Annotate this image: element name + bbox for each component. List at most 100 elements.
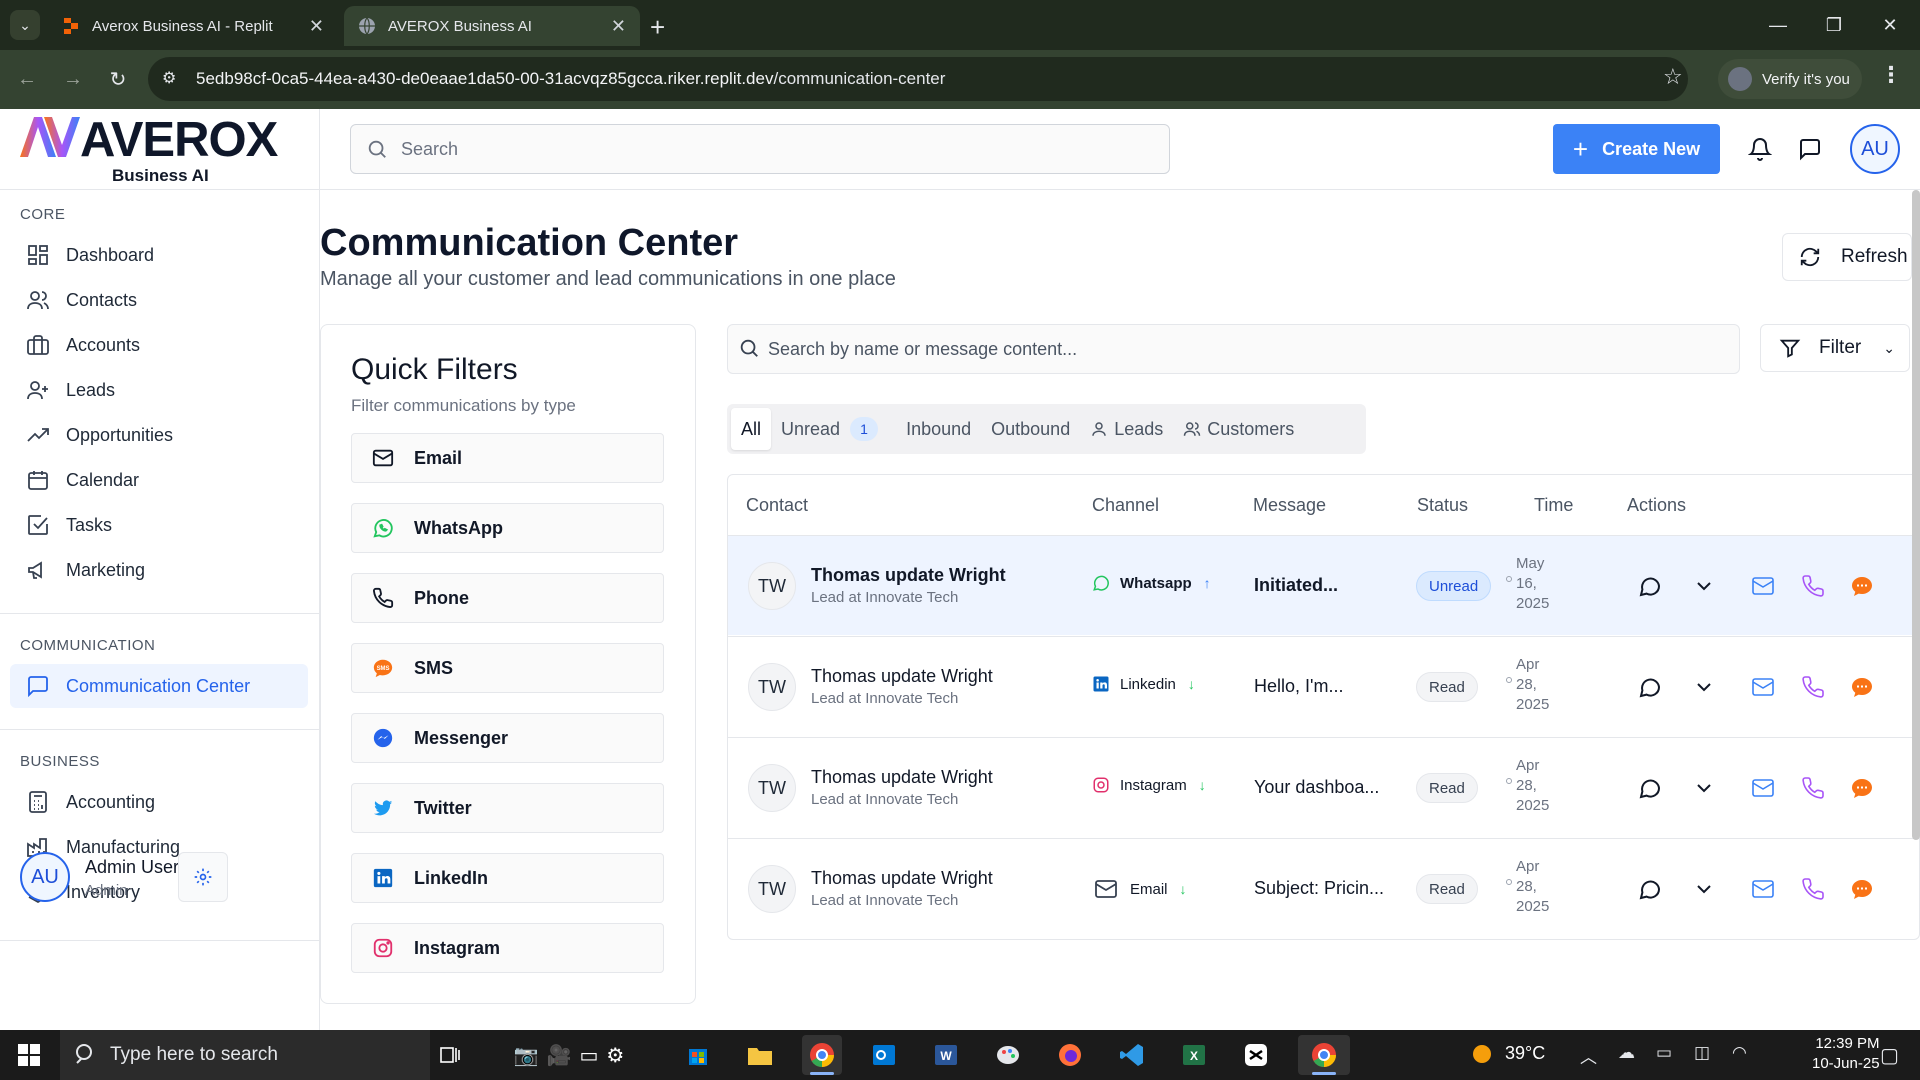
tab-outbound[interactable]: Outbound: [981, 408, 1080, 450]
vscode-icon[interactable]: [1112, 1035, 1152, 1075]
filter-sms-button[interactable]: SMS SMS: [351, 643, 664, 693]
mail-icon[interactable]: [1751, 776, 1775, 800]
battery-icon[interactable]: ▭: [1656, 1043, 1672, 1063]
sms-icon[interactable]: [1850, 574, 1874, 598]
close-tab-icon[interactable]: ✕: [611, 16, 626, 37]
message-preview[interactable]: Your dashboa...: [1254, 777, 1379, 798]
bell-icon[interactable]: [1748, 137, 1772, 161]
table-row[interactable]: TW Thomas update Wright Lead at Innovate…: [728, 737, 1920, 837]
filter-phone-button[interactable]: Phone: [351, 573, 664, 623]
tab-leads[interactable]: Leads: [1080, 408, 1173, 450]
sms-icon[interactable]: [1850, 877, 1874, 901]
chevron-down-icon[interactable]: [1692, 574, 1716, 598]
filter-email-button[interactable]: Email: [351, 433, 664, 483]
verify-profile-button[interactable]: Verify it's you: [1718, 59, 1862, 99]
mail-icon[interactable]: [1751, 574, 1775, 598]
sidebar-item-accounting[interactable]: Accounting: [10, 780, 308, 824]
browser-tab-averox[interactable]: AVEROX Business AI ✕: [344, 6, 640, 46]
close-tab-icon[interactable]: ✕: [309, 16, 324, 37]
message-search-input[interactable]: Search by name or message content...: [727, 324, 1740, 374]
message-preview[interactable]: Hello, I'm...: [1254, 676, 1343, 697]
minimize-icon[interactable]: —: [1756, 8, 1800, 42]
taskbar-pinned-tools[interactable]: 📷🎥▭⚙: [498, 1035, 648, 1075]
wifi-icon[interactable]: ◠: [1732, 1043, 1747, 1063]
taskbar-search-input[interactable]: Type here to search: [60, 1030, 430, 1080]
create-new-button[interactable]: + Create New: [1553, 124, 1720, 174]
chevron-down-icon[interactable]: [1692, 776, 1716, 800]
filter-dropdown-button[interactable]: Filter ⌄: [1760, 324, 1910, 372]
reload-icon[interactable]: ↻: [103, 64, 133, 94]
task-view-icon[interactable]: [430, 1035, 470, 1075]
header-avatar[interactable]: AU: [1850, 124, 1900, 174]
sidebar-item-opportunities[interactable]: Opportunities: [10, 413, 308, 457]
table-row[interactable]: TW Thomas update Wright Lead at Innovate…: [728, 636, 1920, 736]
reply-icon[interactable]: [1638, 776, 1662, 800]
sms-icon[interactable]: [1850, 675, 1874, 699]
global-search-input[interactable]: Search: [350, 124, 1170, 174]
firefox-icon[interactable]: [1050, 1035, 1090, 1075]
filter-messenger-button[interactable]: Messenger: [351, 713, 664, 763]
reply-icon[interactable]: [1638, 877, 1662, 901]
chrome-icon[interactable]: [802, 1035, 842, 1075]
windows-start-icon[interactable]: [18, 1044, 40, 1066]
microsoft-store-icon[interactable]: [678, 1035, 718, 1075]
camera-icon[interactable]: ◫: [1694, 1043, 1710, 1063]
reply-icon[interactable]: [1638, 675, 1662, 699]
sms-icon[interactable]: [1850, 776, 1874, 800]
brand-logo[interactable]: AVEROX Business AI: [0, 109, 320, 190]
phone-icon[interactable]: [1801, 675, 1825, 699]
mail-icon[interactable]: [1751, 877, 1775, 901]
sidebar-item-contacts[interactable]: Contacts: [10, 278, 308, 322]
sidebar-item-marketing[interactable]: Marketing: [10, 548, 308, 592]
chevron-up-icon[interactable]: ︿: [1580, 1043, 1597, 1068]
tab-inbound[interactable]: Inbound: [896, 408, 981, 450]
chevron-down-icon[interactable]: [1692, 877, 1716, 901]
sidebar-item-dashboard[interactable]: Dashboard: [10, 233, 308, 277]
site-info-icon[interactable]: ⚙: [162, 68, 176, 88]
filter-linkedin-button[interactable]: LinkedIn: [351, 853, 664, 903]
table-row[interactable]: TW Thomas update Wright Lead at Innovate…: [728, 838, 1920, 938]
message-preview[interactable]: Subject: Pricin...: [1254, 878, 1384, 899]
filter-whatsapp-button[interactable]: WhatsApp: [351, 503, 664, 553]
capcut-icon[interactable]: [1236, 1035, 1276, 1075]
filter-twitter-button[interactable]: Twitter: [351, 783, 664, 833]
file-explorer-icon[interactable]: [740, 1035, 780, 1075]
chevron-down-icon[interactable]: [1692, 675, 1716, 699]
contact-name[interactable]: Thomas update Wright: [811, 666, 993, 687]
tab-search-button[interactable]: ⌄: [10, 10, 40, 40]
message-preview[interactable]: Initiated...: [1254, 575, 1338, 596]
filter-instagram-button[interactable]: Instagram: [351, 923, 664, 973]
new-tab-icon[interactable]: +: [650, 12, 665, 43]
word-icon[interactable]: W: [926, 1035, 966, 1075]
table-row[interactable]: TW Thomas update Wright Lead at Innovate…: [728, 535, 1920, 635]
contact-name[interactable]: Thomas update Wright: [811, 868, 993, 889]
url-input[interactable]: 5edb98cf-0ca5-44ea-a430-de0eaae1da50-00-…: [148, 57, 1688, 101]
close-window-icon[interactable]: ✕: [1868, 8, 1912, 42]
tab-unread[interactable]: Unread 1: [771, 408, 888, 450]
refresh-button[interactable]: Refresh: [1782, 233, 1912, 281]
settings-button[interactable]: [178, 852, 228, 902]
phone-icon[interactable]: [1801, 776, 1825, 800]
sidebar-item-calendar[interactable]: Calendar: [10, 458, 308, 502]
taskbar-clock[interactable]: 12:39 PM 10-Jun-25: [1812, 1034, 1880, 1074]
reply-icon[interactable]: [1638, 574, 1662, 598]
excel-icon[interactable]: X: [1174, 1035, 1214, 1075]
page-scrollbar[interactable]: [1912, 190, 1920, 840]
contact-name[interactable]: Thomas update Wright: [811, 767, 993, 788]
mail-icon[interactable]: [1751, 675, 1775, 699]
sidebar-item-communication-center[interactable]: Communication Center: [10, 664, 308, 708]
sidebar-item-tasks[interactable]: Tasks: [10, 503, 308, 547]
tab-customers[interactable]: Customers: [1173, 408, 1304, 450]
back-icon[interactable]: ←: [12, 64, 42, 94]
sidebar-item-accounts[interactable]: Accounts: [10, 323, 308, 367]
weather-icon[interactable]: [1468, 1040, 1496, 1073]
chrome-active-window-icon[interactable]: [1298, 1035, 1350, 1075]
outlook-icon[interactable]: [864, 1035, 904, 1075]
phone-icon[interactable]: [1801, 574, 1825, 598]
bookmark-star-icon[interactable]: ☆: [1663, 64, 1683, 90]
messages-icon[interactable]: [1798, 137, 1822, 161]
notifications-icon[interactable]: ▢: [1880, 1043, 1899, 1068]
weather-temperature[interactable]: 39°C: [1505, 1043, 1545, 1064]
paint-icon[interactable]: [988, 1035, 1028, 1075]
browser-menu-icon[interactable]: ⋮: [1880, 62, 1902, 88]
